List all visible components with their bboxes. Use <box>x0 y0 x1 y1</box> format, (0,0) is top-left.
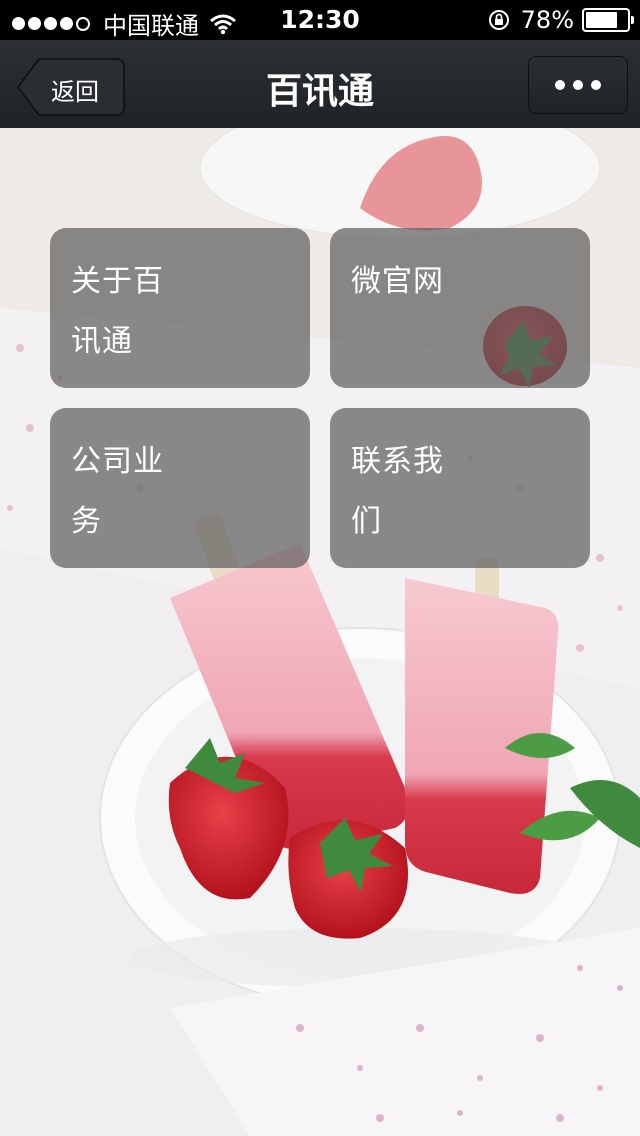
tile-micro-website[interactable]: 微官网 <box>330 228 590 388</box>
tile-label: 联系我们 <box>351 444 444 539</box>
carrier-name: 中国联通 <box>103 12 199 40</box>
back-button[interactable]: 返回 <box>17 58 125 116</box>
more-button[interactable] <box>528 56 628 114</box>
status-bar: 中国联通 12:30 78% <box>0 0 640 40</box>
battery-percent: 78% <box>520 6 574 34</box>
signal-strength-icon <box>12 16 93 31</box>
nav-bar: 返回 百讯通 <box>0 40 640 129</box>
status-right: 78% <box>487 6 634 34</box>
tile-label: 关于百讯通 <box>71 264 164 359</box>
tile-label: 微官网 <box>351 264 444 299</box>
tile-contact-us[interactable]: 联系我们 <box>330 408 590 568</box>
back-label: 返回 <box>51 78 99 106</box>
battery-icon <box>582 8 634 32</box>
wifi-icon <box>210 14 236 34</box>
tile-company-business[interactable]: 公司业务 <box>50 408 310 568</box>
tile-label: 公司业务 <box>71 444 164 539</box>
ellipsis-icon <box>551 80 605 90</box>
rotation-lock-icon <box>488 10 509 30</box>
status-left: 中国联通 <box>12 6 237 41</box>
tile-about-us[interactable]: 关于百讯通 <box>50 228 310 388</box>
